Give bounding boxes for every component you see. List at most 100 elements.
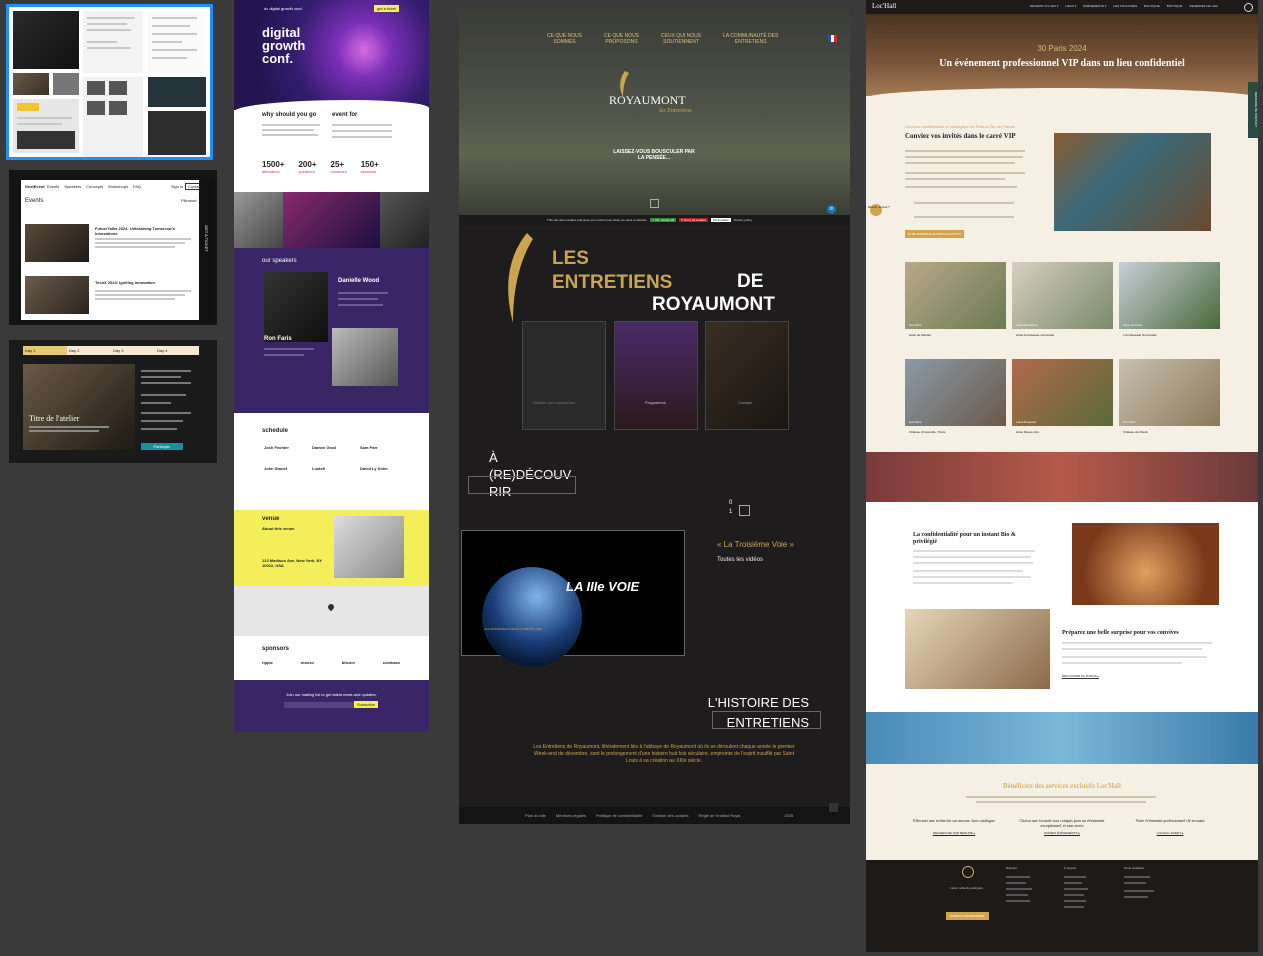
cookie-text: This site uses cookies and gives you con… <box>547 218 647 222</box>
schedule-grid: Josh Fechter Damen Grod Sam Parr John St… <box>264 445 408 471</box>
get-ticket-button[interactable]: get a ticket <box>374 5 400 12</box>
privacy-policy-link[interactable]: Privacy policy <box>734 218 752 222</box>
venue-map[interactable] <box>234 586 429 636</box>
nav-item[interactable]: DEVENIR UN LIEU ▾ <box>1030 4 1058 8</box>
event-title[interactable]: TechX 2024: Igniting Innovation <box>95 280 195 285</box>
venue-card[interactable]: Sur Paris Hôtel de Mardier <box>905 262 1006 337</box>
hero-curve <box>866 88 1258 108</box>
contact-side-tab[interactable]: DEMANDE DE CONTACT <box>1248 82 1258 138</box>
day-tab[interactable]: Day 4 <box>155 346 199 355</box>
footer-link[interactable]: Plan du site <box>525 813 546 818</box>
accept-cookies-button[interactable]: ✓ OK, accept all <box>649 218 676 222</box>
service-item: Effectuer une recherche sur mesure, hors… <box>905 818 1003 835</box>
nav-item[interactable]: CEUX QUI NOUS SOUTIENNENT <box>661 33 701 45</box>
nav-item[interactable]: LES COULISSES <box>1113 4 1137 8</box>
dining-image <box>1072 523 1219 605</box>
nav-item[interactable]: Concepts <box>86 184 103 189</box>
event-title[interactable]: FutureTalks 2024: Unleashing Tomorrow's … <box>95 226 195 236</box>
thumb-image <box>13 11 79 69</box>
speaker-name[interactable]: Danielle Wood <box>338 278 379 284</box>
day-tab[interactable]: Day 2 <box>67 346 111 355</box>
section-title: Préparez une belle surprise pour vos con… <box>1062 630 1179 636</box>
event-image <box>25 276 89 314</box>
section-title: La confidentialité pour un instant Bio &… <box>913 532 1016 545</box>
callback-button[interactable]: ÊTRE RAPPELÉ DE PARIS (GRATUIT) <box>905 230 965 238</box>
search-icon[interactable] <box>1244 3 1253 12</box>
royaumont-logo[interactable]: ROYAUMONT <box>609 93 686 108</box>
royaumont-page[interactable]: CE QUE NOUS SOMMES CE QUE NOUS PROPOSONS C… <box>459 7 850 824</box>
third-way-title[interactable]: « La Troisième Voie » <box>717 540 794 549</box>
video-player[interactable]: LA IIIe VOIE LES ENTRETIENS DE ROYAUMONT… <box>461 530 685 667</box>
nav-item[interactable]: CE QUE NOUS PROPOSONS <box>604 33 639 45</box>
sponsors-title: sponsors <box>262 646 290 652</box>
venue-card[interactable]: Label Exploitant Hôtel Ambassade Cantonal… <box>1012 262 1113 337</box>
speakers-section: our speakers Danielle Wood Ron Faris <box>234 248 429 413</box>
venue-card[interactable]: Sur Paris Château de Moulin <box>1119 359 1220 434</box>
conf-footer: Join our mailing list to get latest news… <box>234 680 429 732</box>
service-link[interactable]: RECHERCHE SUR MESURE ▸ <box>905 831 1003 835</box>
partner-account-button[interactable]: COMPTE PARTENAIRES <box>946 912 989 920</box>
venue-card[interactable]: Sur Paris Château d'Usanville, Trinité <box>905 359 1006 434</box>
discover-more-link[interactable]: DÉCOUVRIR PLUS BIOS ▸ <box>1062 674 1100 679</box>
stats-row: 1500+ attendees 200+ speakers 25+ countries… <box>262 160 379 174</box>
nav-item[interactable]: FAQ <box>133 184 141 189</box>
sign-in-link[interactable]: Sign in <box>171 184 183 189</box>
history-text: Les Entretiens de Royaumont, littéraleme… <box>533 744 795 764</box>
day-tab[interactable]: Day 3 <box>111 346 155 355</box>
get-ticket-tab[interactable]: GET A TICKET <box>204 225 209 252</box>
sponsor-logos: ripple monzo bitcoin coinbase <box>262 660 400 665</box>
personalize-button[interactable]: Personalize <box>710 218 731 222</box>
nav-item[interactable]: BOUTIQUE <box>1167 4 1183 8</box>
nav-item[interactable]: BOUTIQUE <box>1144 4 1160 8</box>
card-contact[interactable]: Contact <box>705 321 789 430</box>
thumbnail-workshop[interactable]: Day 1 Day 2 Day 3 Day 4 Titre de l'ateli… <box>9 340 217 463</box>
day-tab[interactable]: Day 1 <box>23 346 67 355</box>
scroll-indicator[interactable] <box>650 199 659 208</box>
footer-link[interactable]: Gestion des cookies <box>652 813 688 818</box>
venue-card[interactable]: Lieux de Paris L'Ambassade Normandie <box>1119 262 1220 337</box>
video-title: LA IIIe VOIE <box>566 579 640 594</box>
filter-dropdown[interactable]: Filtrosort <box>181 198 197 203</box>
thumbnail-overview[interactable] <box>6 4 213 160</box>
card-programme[interactable]: Programme <box>614 321 698 430</box>
thumb-doc <box>83 11 143 73</box>
nav-item[interactable]: RESERVEZ CE LIEU <box>1189 4 1218 8</box>
nav-item[interactable]: LIEUX ▾ <box>1065 4 1076 8</box>
photo-strip <box>234 192 429 248</box>
subscribe-button[interactable]: Subscribe <box>354 701 378 708</box>
lochall-logo[interactable]: Loc'Hall <box>872 2 896 10</box>
email-input[interactable] <box>284 702 354 708</box>
thumb-image <box>13 73 49 95</box>
event-image <box>25 224 89 262</box>
nav-item[interactable]: LA COMMUNAUTÉ DES ENTRETIENS <box>723 33 778 45</box>
deny-cookies-button[interactable]: ✕ Deny all cookies <box>678 218 708 222</box>
all-videos-link[interactable]: Toutes les vidéos <box>717 557 763 563</box>
speaker-name[interactable]: Ron Faris <box>264 336 292 342</box>
venue-subtitle: About this venue <box>262 526 295 531</box>
nav-item[interactable]: CE QUE NOUS SOMMES <box>547 33 582 45</box>
nav-item[interactable]: Workshops <box>108 184 128 189</box>
back-to-top-button[interactable] <box>829 803 838 812</box>
footer-link[interactable]: Mentions légales <box>556 813 586 818</box>
footer-link[interactable]: Règle de l'Institut Royal <box>698 813 740 818</box>
nav-item[interactable]: ÉVÉNEMENTS ▾ <box>1083 4 1106 8</box>
linkedin-icon[interactable]: in <box>827 205 836 214</box>
service-item: Choisir une formule tout compris pour un… <box>1013 818 1111 835</box>
slider-control[interactable] <box>739 505 750 516</box>
participate-button[interactable]: Participer <box>141 443 183 450</box>
thumbnail-events[interactable]: NextEvent Events Speakers Concepts Works… <box>9 170 217 325</box>
conf-logo[interactable]: dc digital growth conf. <box>264 6 303 11</box>
speaker-photo <box>264 272 328 342</box>
footer-link[interactable]: Politique de confidentialité <box>596 813 642 818</box>
nav-item[interactable]: Speakers <box>64 184 81 189</box>
service-link[interactable]: OFFRES ÉVÉNEMENTS ▸ <box>1013 831 1111 835</box>
quill-icon <box>508 233 533 323</box>
venue-image <box>334 516 404 578</box>
nav-item[interactable]: Events <box>47 184 59 189</box>
french-flag-icon[interactable] <box>828 35 837 42</box>
lochall-page[interactable]: Loc'Hall DEVENIR UN LIEU ▾ LIEUX ▾ ÉVÉNE… <box>866 0 1258 952</box>
card-map[interactable]: Gestion des recherches <box>522 321 606 430</box>
venue-card[interactable]: Label Rupestre Hôtel Musée Arte <box>1012 359 1113 434</box>
digital-growth-conf-page[interactable]: dc digital growth conf. get a ticket dig… <box>234 0 429 732</box>
service-link[interactable]: LOCHALL ÉVENT ▸ <box>1121 831 1219 835</box>
